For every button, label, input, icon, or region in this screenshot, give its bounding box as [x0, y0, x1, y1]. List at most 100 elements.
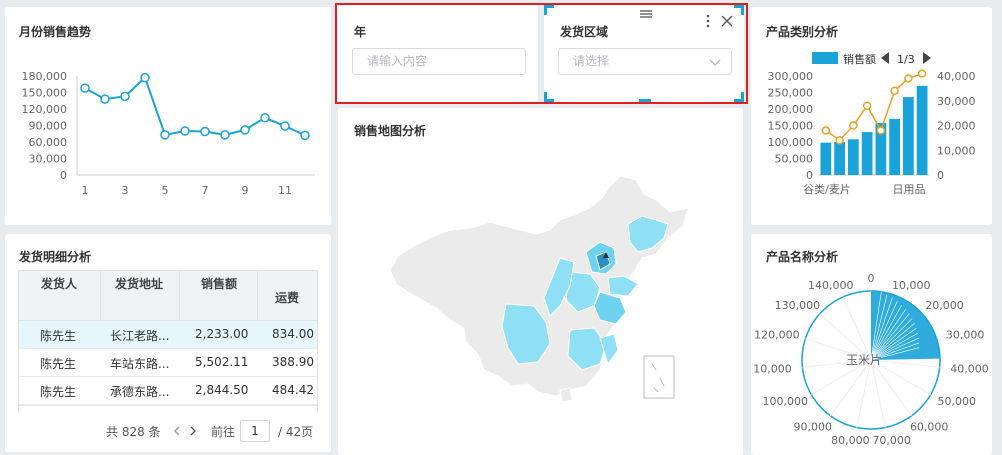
- table-cell: 车站东路...: [110, 357, 170, 371]
- column-divider: [257, 271, 258, 322]
- y-left-tick-label: 50,000: [775, 153, 814, 166]
- polar-tick-label: 90,000: [794, 420, 833, 433]
- next-page-icon: [923, 52, 931, 64]
- pie-center-label: 玉米片: [846, 353, 882, 367]
- y-tick-label: 60,000: [29, 136, 68, 149]
- polar-tick-label: 80,000: [831, 434, 870, 447]
- bar: [848, 139, 859, 175]
- y-right-tick-label: 40,000: [937, 70, 976, 83]
- chevron-right-icon[interactable]: [189, 426, 197, 436]
- data-point: [180, 126, 190, 136]
- column-header-address[interactable]: 发货地址: [115, 275, 163, 292]
- data-point: [821, 126, 831, 135]
- polar-tick-label: 100,000: [763, 395, 809, 408]
- bar: [903, 97, 914, 175]
- polar-tick-label: 30,000: [946, 329, 985, 342]
- data-point: [240, 125, 250, 135]
- table-border-right: [317, 270, 318, 412]
- data-point: [300, 130, 310, 141]
- map-region-mainland: [389, 175, 689, 397]
- legend-swatch: [812, 52, 838, 64]
- shipment-table: 发货人 发货地址 销售额 运费 陈先生 长江老路... 2,233.00 834…: [18, 270, 318, 412]
- table-cell: 388.90: [272, 355, 314, 369]
- y-left-tick-label: 300,000: [768, 70, 814, 83]
- monthly-trend-chart: 180,000 150,000 120,000 90,000 60,000 30,000 0…: [22, 70, 315, 197]
- pagination-total: 共 828 条: [106, 425, 161, 439]
- prev-page-icon: [881, 52, 889, 64]
- polar-tick-label: 20,000: [925, 299, 964, 312]
- x-tick-label: 9: [242, 184, 249, 197]
- x-tick-label: 11: [278, 184, 292, 197]
- data-point: [849, 121, 858, 130]
- data-point: [220, 130, 230, 140]
- product-name-card: 产品名称分析 玉米片 0 10,000 20,000 30,000 40,000 50,00…: [751, 234, 992, 455]
- table-border-left: [18, 270, 19, 412]
- x-tick-label: 1: [82, 184, 89, 197]
- legend-label: 销售额: [843, 52, 876, 66]
- bar: [834, 142, 845, 175]
- table-cell: 484.42: [272, 383, 314, 397]
- sales-map-card: 销售地图分析: [338, 108, 743, 455]
- y-tick-label: 0: [60, 169, 67, 182]
- data-point: [280, 121, 290, 131]
- bar: [889, 118, 900, 175]
- pagination-goto-label: 前往: [211, 425, 236, 439]
- data-point: [904, 74, 913, 83]
- table-cell: 陈先生: [40, 329, 77, 343]
- column-header-sales[interactable]: 销售额: [201, 275, 237, 292]
- category-card: 产品类别分析 销售额 1/3 300,000 250,000 200,000 150,00…: [751, 7, 992, 225]
- data-point: [80, 83, 90, 93]
- product-name-chart: 玉米片 0 10,000 20,000 30,000 40,000 50,000 60,000…: [753, 272, 989, 447]
- shipment-detail-title: 发货明细分析: [19, 250, 92, 264]
- y-tick-label: 30,000: [29, 153, 68, 166]
- chevron-left-icon[interactable]: [173, 426, 181, 436]
- bar: [820, 142, 832, 175]
- table-row[interactable]: 陈先生 长江老路... 2,233.00 834.00: [18, 321, 318, 349]
- polar-tick-label: 60,000: [910, 420, 949, 433]
- polar-tick-label: 140,000: [808, 279, 854, 292]
- column-divider: [179, 271, 180, 322]
- table-cell: 长江老路...: [110, 329, 170, 343]
- x-tick-label: 7: [202, 184, 209, 197]
- column-divider: [100, 271, 101, 322]
- table-cell: 5,502.11: [195, 355, 249, 369]
- y-left-tick-label: 100,000: [768, 136, 814, 149]
- data-point: [890, 86, 899, 96]
- legend-pager: 1/3: [897, 53, 915, 66]
- map-region-hainan: [559, 387, 573, 403]
- x-tick-label: 3: [122, 184, 129, 197]
- data-point: [835, 136, 844, 145]
- china-map: [389, 175, 689, 403]
- y-left-tick-label: 0: [806, 169, 813, 182]
- selection-frame: [335, 3, 748, 104]
- column-header-shipper[interactable]: 发货人: [41, 275, 77, 292]
- y-right-tick-label: 10,000: [937, 144, 976, 157]
- table-row[interactable]: 陈先生 承德东路... 2,844.50 484.42: [18, 377, 318, 405]
- pagination-total-pages: / 42页: [278, 425, 314, 439]
- bar: [916, 85, 928, 175]
- y-left-tick-label: 200,000: [768, 103, 814, 116]
- data-point: [862, 101, 872, 110]
- polar-tick-label: 40,000: [950, 363, 989, 376]
- data-point: [100, 94, 110, 104]
- y-left-tick-label: 250,000: [768, 87, 814, 100]
- y-right-tick-label: 30,000: [937, 95, 976, 108]
- polar-tick-label: 0: [868, 272, 875, 285]
- data-point: [260, 113, 270, 123]
- data-point: [140, 72, 150, 83]
- column-header-freight[interactable]: 运费: [275, 289, 299, 306]
- table-cell: 陈先生: [40, 385, 77, 399]
- y-right-tick-label: 20,000: [937, 120, 976, 133]
- y-tick-label: 120,000: [22, 103, 68, 116]
- table-row[interactable]: 陈先生 车站东路... 5,502.11 388.90: [18, 349, 318, 377]
- x-tick-label: 日用品: [893, 183, 926, 196]
- data-point: [160, 130, 170, 140]
- table-cell: 834.00: [272, 327, 314, 341]
- table-cell: 2,233.00: [195, 327, 249, 341]
- page-number-input[interactable]: 1: [240, 420, 270, 442]
- y-tick-label: 90,000: [29, 120, 68, 133]
- polar-tick-label: 50,000: [937, 395, 976, 408]
- table-cell: 陈先生: [40, 357, 77, 371]
- y-tick-label: 180,000: [22, 70, 68, 83]
- data-point: [917, 69, 927, 78]
